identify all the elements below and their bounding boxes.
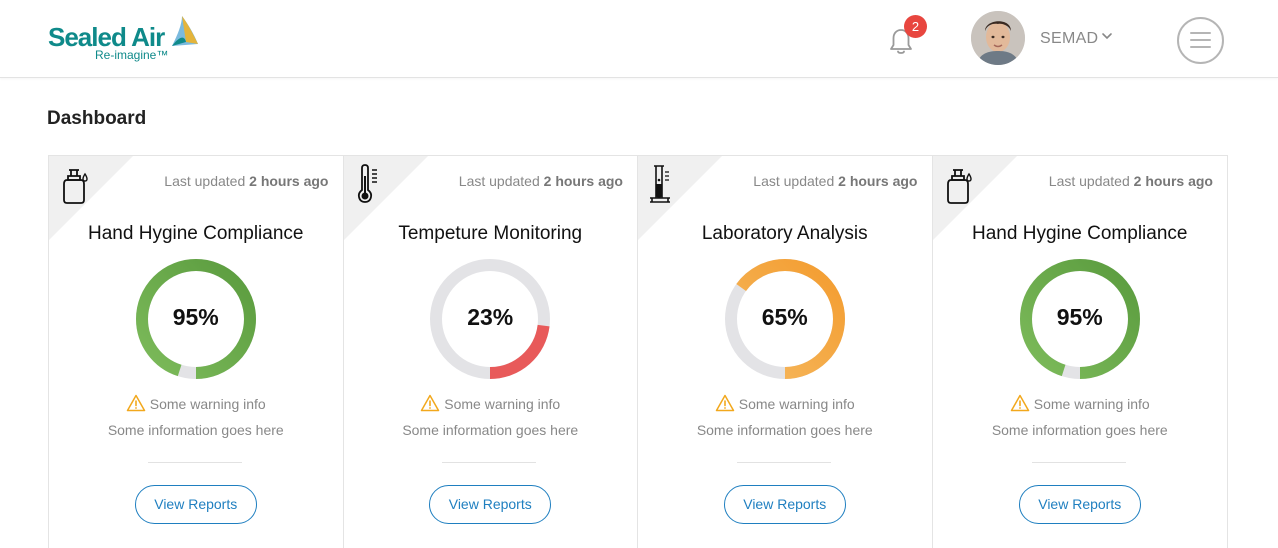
divider: [147, 462, 242, 463]
gauge-value: 95%: [1056, 304, 1103, 330]
last-updated-text: Last updated 2 hours ago: [164, 173, 329, 189]
card-title: Hand Hygine Compliance: [972, 223, 1188, 244]
menu-line-icon: [1190, 39, 1211, 41]
hamburger-menu-button[interactable]: [1177, 17, 1224, 64]
view-reports-button[interactable]: View Reports: [134, 485, 257, 524]
notification-count-badge: 2: [904, 15, 927, 38]
view-reports-button[interactable]: View Reports: [723, 485, 846, 524]
warning-icon: [1010, 394, 1030, 412]
progress-gauge: 23%: [427, 256, 553, 382]
info-text: Some information goes here: [991, 422, 1168, 438]
gauge-value: 65%: [761, 304, 808, 330]
divider: [442, 462, 537, 463]
progress-gauge: 65%: [722, 256, 848, 382]
warning-icon: [126, 394, 146, 412]
last-updated-text: Last updated 2 hours ago: [753, 173, 918, 189]
divider: [1031, 462, 1126, 463]
info-text: Some information goes here: [696, 422, 873, 438]
menu-line-icon: [1190, 32, 1211, 34]
gauge-value: 23%: [467, 304, 514, 330]
view-reports-button[interactable]: View Reports: [1018, 485, 1141, 524]
gauge-value: 95%: [172, 304, 219, 330]
warning-message: Some warning info: [638, 394, 932, 412]
thermometer-icon: [357, 164, 377, 203]
logo-sail-icon: [172, 16, 198, 46]
dashboard-card: Last updated 2 hours ago Hand Hygine Com…: [49, 156, 344, 548]
test-tube-icon: [650, 165, 670, 203]
avatar: [971, 11, 1025, 65]
warning-message: Some warning info: [933, 394, 1228, 412]
warning-message: Some warning info: [49, 394, 343, 412]
warning-icon: [421, 394, 440, 412]
view-reports-button[interactable]: View Reports: [429, 485, 552, 524]
dashboard-card: Last updated 2 hours ago Laboratory Anal…: [638, 156, 933, 548]
info-text: Some information goes here: [402, 422, 579, 438]
card-title: Hand Hygine Compliance: [88, 223, 304, 244]
company-logo[interactable]: Sealed Air Re-imagine™: [48, 12, 203, 62]
user-menu[interactable]: SEMAD: [970, 10, 1120, 66]
soap-dispenser-icon: [946, 169, 972, 204]
menu-line-icon: [1190, 46, 1211, 48]
info-text: Some information goes here: [107, 422, 284, 438]
progress-gauge: 95%: [1017, 256, 1143, 382]
logo-tagline: Re-imagine™: [95, 48, 169, 62]
last-updated-text: Last updated 2 hours ago: [458, 173, 623, 189]
soap-dispenser-icon: [63, 169, 88, 204]
warning-icon: [715, 394, 735, 412]
dashboard-card: Last updated 2 hours ago Tempeture Monit…: [343, 156, 638, 548]
progress-gauge: 95%: [133, 256, 259, 382]
chevron-down-icon: [1102, 33, 1112, 40]
page-title: Dashboard: [47, 108, 147, 129]
last-updated-text: Last updated 2 hours ago: [1048, 173, 1213, 189]
dashboard-card: Last updated 2 hours ago Hand Hygine Com…: [932, 156, 1228, 548]
dashboard-cards: Last updated 2 hours ago Hand Hygine Com…: [48, 155, 1228, 548]
username-label: SEMAD: [1040, 30, 1099, 47]
card-title: Laboratory Analysis: [701, 223, 868, 244]
top-header: Sealed Air Re-imagine™ 2 SEMAD: [0, 0, 1278, 78]
warning-message: Some warning info: [344, 394, 638, 412]
card-title: Tempeture Monitoring: [398, 223, 583, 244]
divider: [736, 462, 831, 463]
